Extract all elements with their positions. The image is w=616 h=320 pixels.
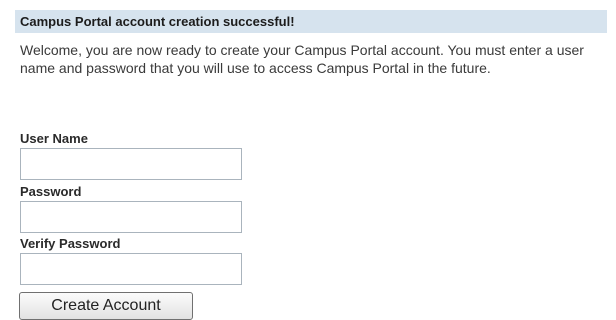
create-account-button[interactable]: Create Account — [19, 292, 193, 320]
password-input[interactable] — [20, 201, 242, 233]
verify-password-input[interactable] — [20, 253, 242, 285]
welcome-message: Welcome, you are now ready to create you… — [20, 42, 584, 76]
user-name-label: User Name — [20, 131, 88, 146]
success-banner-title: Campus Portal account creation successfu… — [20, 14, 295, 29]
success-banner: Campus Portal account creation successfu… — [15, 10, 607, 33]
user-name-input[interactable] — [20, 148, 242, 180]
verify-password-label: Verify Password — [20, 236, 121, 251]
password-label: Password — [20, 184, 82, 199]
